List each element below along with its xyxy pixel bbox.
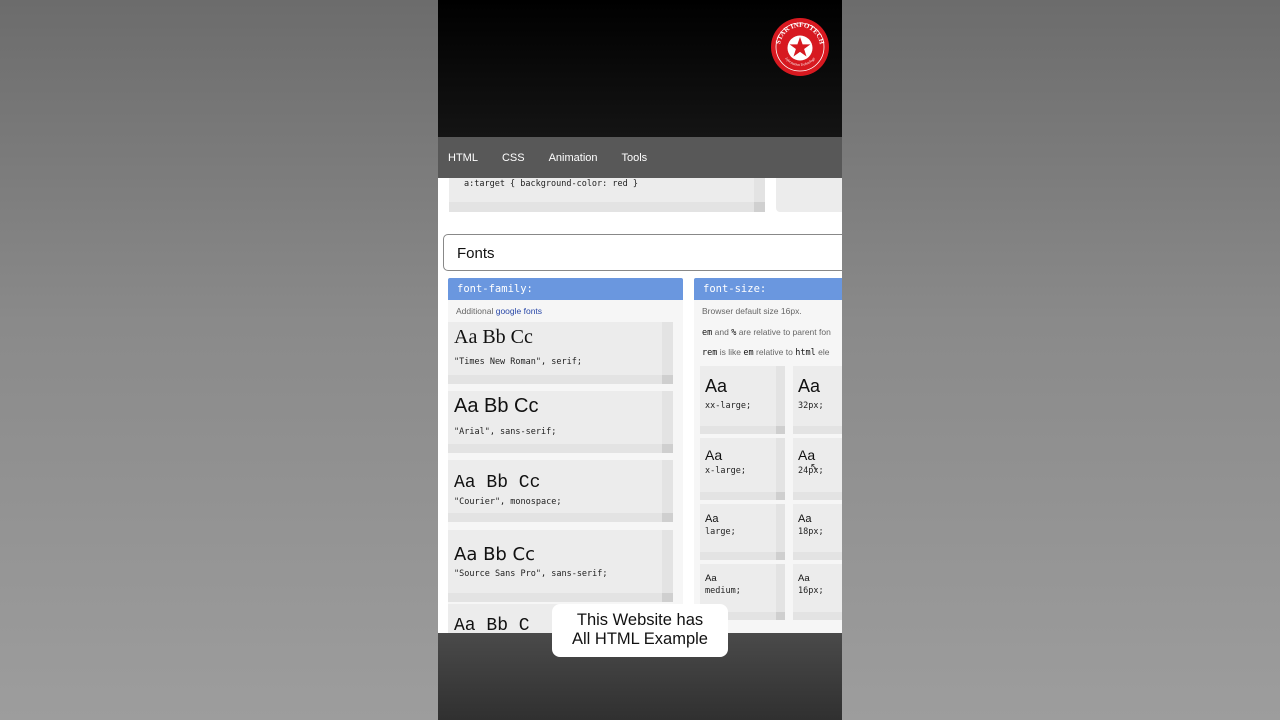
rem-note: rem is like em relative to html ele xyxy=(702,347,830,358)
size-sample-text: Aa xyxy=(705,376,728,396)
font-sample-times: Aa Bb Cc "Times New Roman", serif; xyxy=(448,322,673,384)
video-caption: This Website has All HTML Example xyxy=(552,604,728,657)
horizontal-scrollbar[interactable] xyxy=(448,593,662,602)
size-sample-text: Aa xyxy=(798,376,821,396)
size-label: 32px; xyxy=(798,401,824,411)
em-percent-note: em and % are relative to parent fon xyxy=(702,327,831,338)
nav-item-css[interactable]: CSS xyxy=(502,152,525,164)
scroll-corner xyxy=(776,492,785,500)
font-sample-courier: Aa Bb Cc "Courier", monospace; xyxy=(448,460,673,522)
horizontal-scrollbar[interactable] xyxy=(448,444,662,453)
size-sample-text: Aa xyxy=(705,573,717,584)
size-sample-text: Aa xyxy=(798,513,812,525)
scroll-corner xyxy=(662,375,673,384)
horizontal-scrollbar[interactable] xyxy=(700,552,785,560)
code-example-box: a:target { background-color: red } xyxy=(449,178,765,212)
size-sample-xx-large: Aa xx-large; xyxy=(700,366,785,434)
horizontal-scrollbar[interactable] xyxy=(448,513,662,522)
vertical-scrollbar[interactable] xyxy=(662,530,673,602)
sample-text: Aa Bb Cc xyxy=(454,473,541,493)
scroll-corner xyxy=(776,426,785,434)
page-content: a:target { background-color: red } Fonts… xyxy=(438,178,842,633)
horizontal-scrollbar[interactable] xyxy=(700,426,785,434)
horizontal-scrollbar[interactable] xyxy=(700,492,785,500)
caption-line-1: This Website has xyxy=(576,611,704,629)
scroll-corner xyxy=(754,202,765,212)
vertical-scrollbar[interactable] xyxy=(776,366,785,434)
size-sample-32px: Aa 32px; xyxy=(793,366,842,434)
size-sample-text: Aa xyxy=(798,447,816,463)
size-sample-text: Aa xyxy=(705,513,719,525)
sample-css: "Courier", monospace; xyxy=(454,497,562,507)
section-heading-fonts: Fonts xyxy=(443,234,842,271)
size-sample-text: Aa xyxy=(705,447,723,463)
horizontal-scrollbar[interactable] xyxy=(449,202,754,212)
scroll-corner xyxy=(776,612,785,620)
size-label: xx-large; xyxy=(705,401,752,411)
default-size-note: Browser default size 16px. xyxy=(702,306,802,316)
scroll-corner xyxy=(662,513,673,522)
horizontal-scrollbar[interactable] xyxy=(793,492,842,500)
font-sample-source-sans: Aa Bb Cc "Source Sans Pro", sans-serif; xyxy=(448,530,673,602)
horizontal-scrollbar[interactable] xyxy=(793,426,842,434)
scroll-corner xyxy=(662,444,673,453)
star-infotech-logo: STAR INFOTECH Information Technology xyxy=(771,18,829,76)
code-snippet: a:target { background-color: red } xyxy=(464,179,638,189)
nav-item-html[interactable]: HTML xyxy=(448,152,478,164)
blurred-background-right xyxy=(842,0,1280,720)
nav-item-animation[interactable]: Animation xyxy=(549,152,598,164)
size-label: 16px; xyxy=(798,586,824,596)
scroll-corner xyxy=(776,552,785,560)
font-sample-arial: Aa Bb Cc "Arial", sans-serif; xyxy=(448,391,673,453)
sample-text: Aa Bb C xyxy=(454,616,530,633)
sample-css: "Times New Roman", serif; xyxy=(454,357,582,367)
size-sample-18px: Aa 18px; xyxy=(793,504,842,560)
size-sample-16px: Aa 16px; xyxy=(793,564,842,620)
font-family-header: font-family: xyxy=(448,278,683,300)
top-navbar: HTML CSS Animation Tools xyxy=(438,137,842,178)
horizontal-scrollbar[interactable] xyxy=(793,552,842,560)
font-size-header: font-size: xyxy=(694,278,842,300)
side-panel xyxy=(776,178,842,212)
size-sample-text: Aa xyxy=(798,573,810,584)
blurred-background-left xyxy=(0,0,438,720)
horizontal-scrollbar[interactable] xyxy=(793,612,842,620)
vertical-scrollbar[interactable] xyxy=(776,438,785,500)
size-label: x-large; xyxy=(705,466,746,476)
caption-line-2: All HTML Example xyxy=(571,630,708,648)
nav-item-tools[interactable]: Tools xyxy=(622,152,648,164)
size-label: 18px; xyxy=(798,527,824,537)
section-title: Fonts xyxy=(457,245,495,262)
size-sample-large: Aa large; xyxy=(700,504,785,560)
mouse-pointer-icon: ↖ xyxy=(810,462,819,473)
google-fonts-note: Additional google fonts xyxy=(456,306,543,316)
video-frame: STAR INFOTECH Information Technology HTM… xyxy=(438,0,842,720)
size-sample-x-large: Aa x-large; xyxy=(700,438,785,500)
horizontal-scrollbar[interactable] xyxy=(448,375,662,384)
size-label: medium; xyxy=(705,586,741,596)
google-fonts-link[interactable]: google fonts xyxy=(496,306,542,316)
size-label: large; xyxy=(705,527,736,537)
sample-css: "Source Sans Pro", sans-serif; xyxy=(454,569,608,579)
sample-css: "Arial", sans-serif; xyxy=(454,427,557,437)
sample-text: Aa Bb Cc xyxy=(454,544,536,565)
sample-text: Aa Bb Cc xyxy=(454,326,533,348)
sample-text: Aa Bb Cc xyxy=(454,395,539,417)
scroll-corner xyxy=(662,593,673,602)
